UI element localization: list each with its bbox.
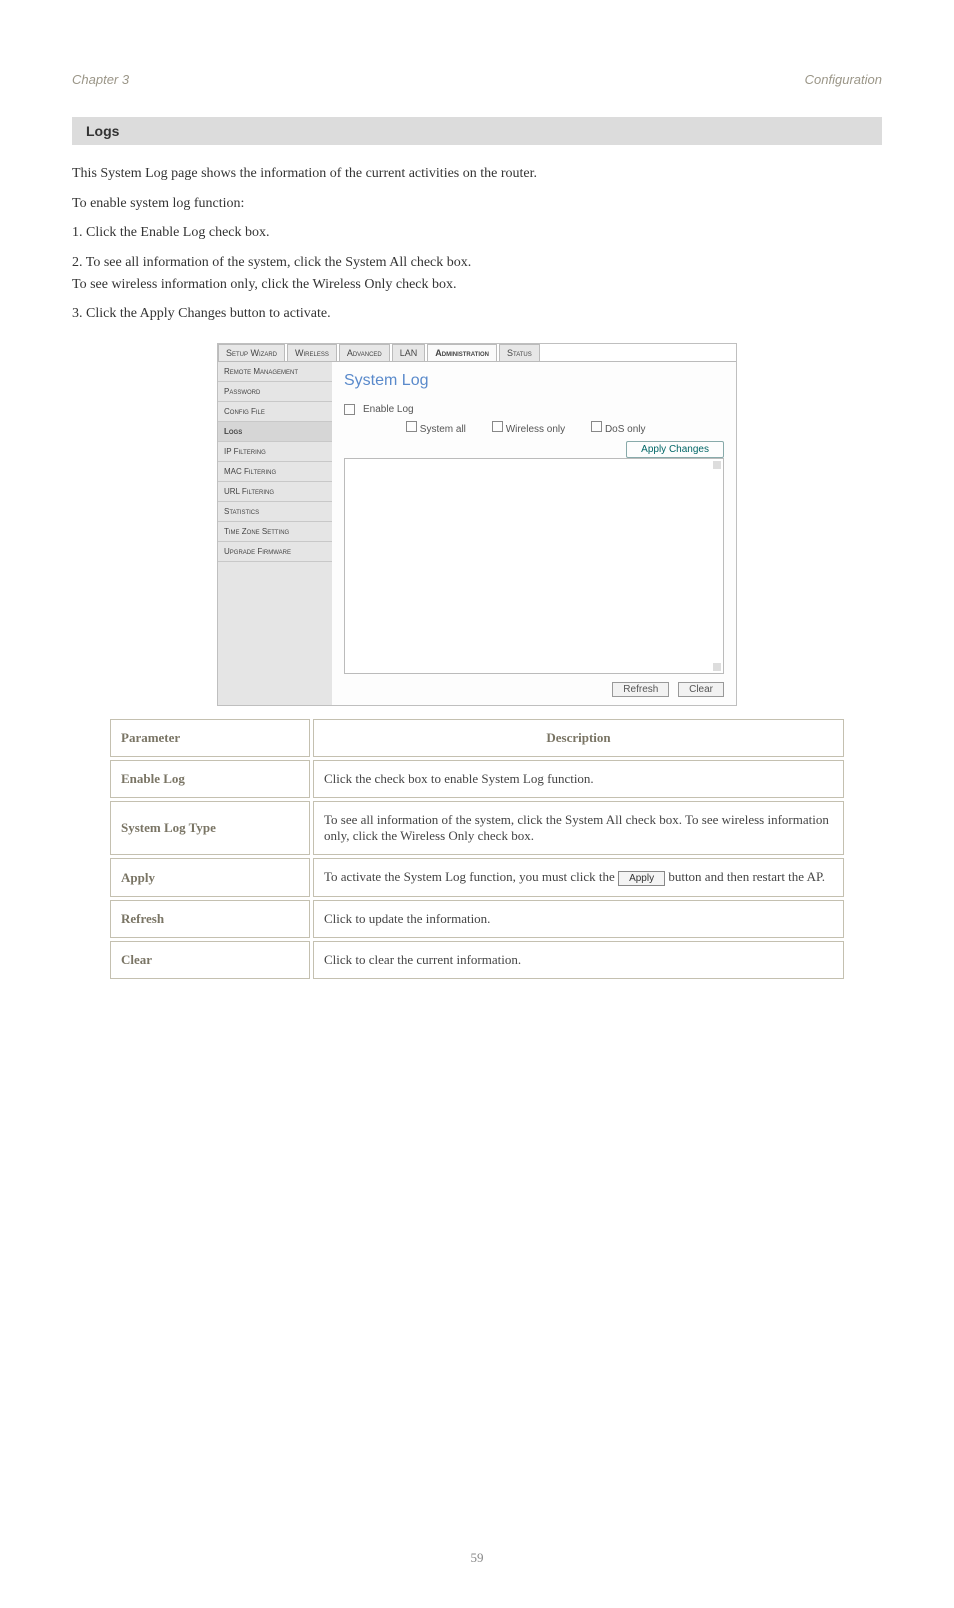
scroll-down-icon[interactable] [713,663,721,671]
step-item: 1. Click the Enable Log check box. [72,222,882,244]
step-text: Click the Apply Changes button to activa… [86,306,331,321]
sidebar-item-mac-filtering[interactable]: MAC Filtering [218,462,332,482]
page-title: System Log [344,372,724,390]
inline-apply-button-icon: Apply [618,871,665,886]
sidebar-item-ip-filtering[interactable]: IP Filtering [218,442,332,462]
param-desc: Click to clear the current information. [313,941,844,979]
param-desc: Click to update the information. [313,900,844,938]
tab-advanced[interactable]: Advanced [339,344,390,361]
router-screenshot: Setup Wizard Wireless Advanced LAN Admin… [217,343,737,706]
step-text: To see wireless information only, click … [72,277,457,292]
param-name: Clear [110,941,310,979]
system-all-label: System all [420,424,466,435]
step-number: 2. [72,255,83,270]
col-parameter: Parameter [110,719,310,757]
desc-leading: To activate the System Log function, you… [324,869,618,884]
sidebar-item-remote-management[interactable]: Remote Management [218,362,332,382]
chapter-number: Chapter 3 [72,72,129,87]
apply-changes-button[interactable]: Apply Changes [626,441,724,458]
param-name: Apply [110,858,310,897]
desc-trailing: button and then restart the AP. [668,869,825,884]
tab-administration[interactable]: Administration [427,344,497,361]
section-heading: Logs [72,117,882,145]
step-number: 1. [72,225,83,240]
log-textarea[interactable] [344,458,724,674]
step-item: 3. Click the Apply Changes button to act… [72,303,882,325]
param-name: Enable Log [110,760,310,798]
sidebar-item-password[interactable]: Password [218,382,332,402]
wireless-only-checkbox[interactable] [492,421,503,432]
table-row: Refresh Click to update the information. [110,900,844,938]
col-description: Description [313,719,844,757]
param-desc: To activate the System Log function, you… [313,858,844,897]
sidebar-item-url-filtering[interactable]: URL Filtering [218,482,332,502]
step-text: To see all information of the system, cl… [86,255,472,270]
sidebar-item-statistics[interactable]: Statistics [218,502,332,522]
param-desc: Click the check box to enable System Log… [313,760,844,798]
scroll-up-icon[interactable] [713,461,721,469]
step-item: 2. To see all information of the system,… [72,252,882,295]
dos-only-label: DoS only [605,424,646,435]
system-all-checkbox[interactable] [406,421,417,432]
tab-status[interactable]: Status [499,344,540,361]
tab-wireless[interactable]: Wireless [287,344,337,361]
paragraph: To enable system log function: [72,193,882,215]
page-number: 59 [0,1550,954,1566]
param-name: System Log Type [110,801,310,855]
step-number: 3. [72,306,83,321]
param-desc: To see all information of the system, cl… [313,801,844,855]
sidebar-item-config-file[interactable]: Config File [218,402,332,422]
table-row: Clear Click to clear the current informa… [110,941,844,979]
wireless-only-label: Wireless only [506,424,565,435]
dos-only-checkbox[interactable] [591,421,602,432]
tab-strip: Setup Wizard Wireless Advanced LAN Admin… [218,344,736,362]
table-row: System Log Type To see all information o… [110,801,844,855]
table-row: Apply To activate the System Log functio… [110,858,844,897]
parameter-table: Parameter Description Enable Log Click t… [107,716,847,982]
sidebar-item-time-zone[interactable]: Time Zone Setting [218,522,332,542]
enable-log-label: Enable Log [363,404,414,415]
table-row: Enable Log Click the check box to enable… [110,760,844,798]
paragraph: This System Log page shows the informati… [72,163,882,185]
refresh-button[interactable]: Refresh [612,682,669,697]
tab-setup-wizard[interactable]: Setup Wizard [218,344,285,361]
chapter-title: Configuration [805,72,882,87]
sidebar-item-logs[interactable]: Logs [218,422,332,442]
tab-lan[interactable]: LAN [392,344,426,361]
table-header-row: Parameter Description [110,719,844,757]
param-name: Refresh [110,900,310,938]
step-text: Click the Enable Log check box. [86,225,270,240]
clear-button[interactable]: Clear [678,682,724,697]
sidebar-item-upgrade-firmware[interactable]: Upgrade Firmware [218,542,332,562]
sidebar: Remote Management Password Config File L… [218,362,332,705]
content-pane: System Log Enable Log System all Wireles… [332,362,736,705]
enable-log-checkbox[interactable] [344,404,355,415]
